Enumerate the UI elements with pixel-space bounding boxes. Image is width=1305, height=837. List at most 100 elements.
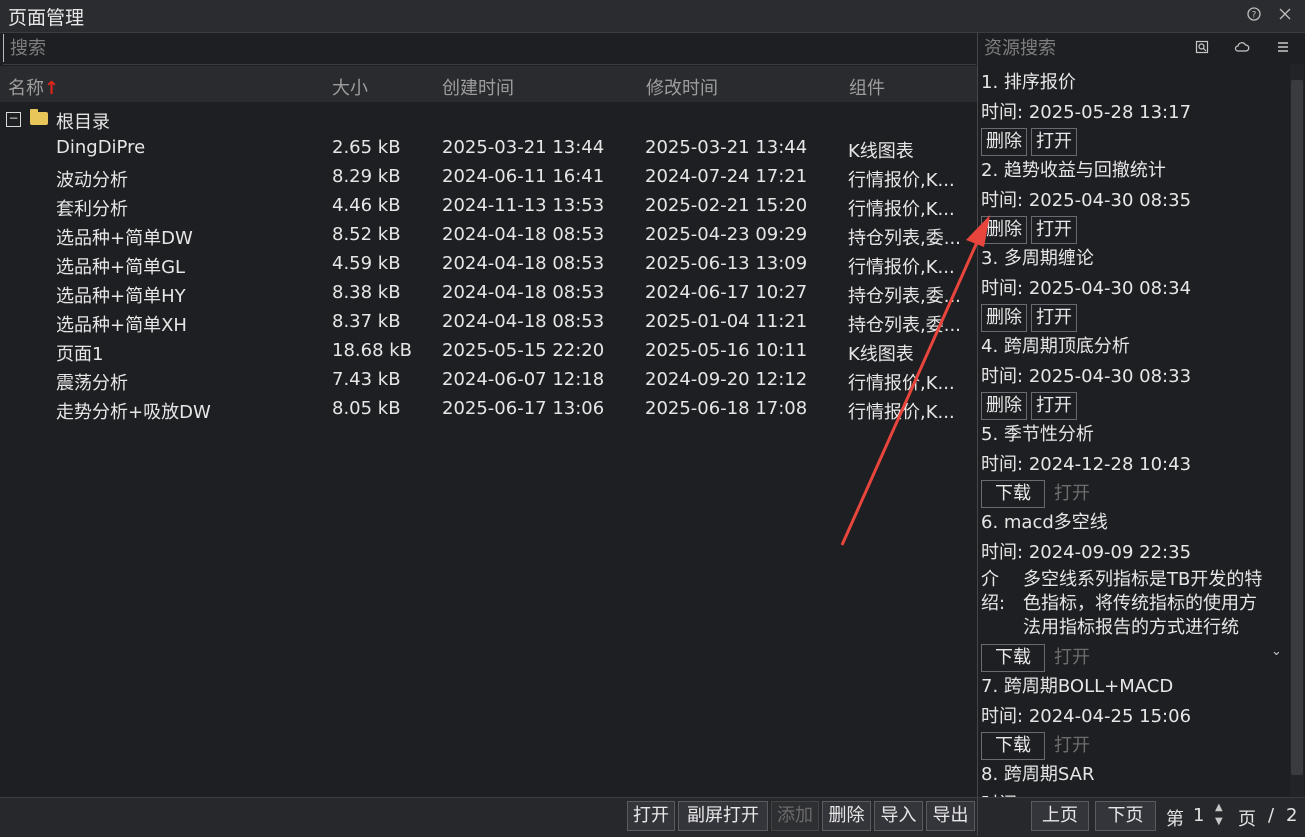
delete-resource-button[interactable]: 删除 bbox=[981, 216, 1027, 244]
cell-modified: 2025-02-21 15:20 bbox=[645, 195, 808, 216]
search-input[interactable] bbox=[3, 34, 976, 62]
download-button[interactable]: 下载 bbox=[981, 480, 1045, 508]
add-button[interactable]: 添加 bbox=[771, 801, 819, 831]
prev-page-button[interactable]: 上页 bbox=[1031, 801, 1089, 831]
cell-components: 持仓列表,委... bbox=[848, 228, 961, 249]
intro-text: 多空线系列指标是TB开发的特色指标，将传统指标的使用方法用指标报告的方式进行统 bbox=[1023, 569, 1263, 638]
download-button[interactable]: 下载 bbox=[981, 732, 1045, 760]
column-header-components[interactable]: 组件 bbox=[849, 74, 885, 100]
folder-icon bbox=[30, 109, 48, 125]
cell-modified: 2025-06-18 17:08 bbox=[645, 398, 808, 419]
table-row[interactable]: 选品种+简单GL 4.59 kB 2024-04-18 08:53 2025-06-1… bbox=[0, 249, 977, 278]
resource-search-input[interactable] bbox=[978, 34, 1190, 62]
resource-name: 6. macd多空线 bbox=[981, 512, 1108, 533]
resource-item: 8. 跨周期SAR 时间: 2024-04-25 15:06 bbox=[981, 760, 1281, 797]
resource-actions: 删除 打开 bbox=[981, 392, 1281, 422]
resource-item: 3. 多周期缠论时间: 2025-04-30 08:34 删除 打开 bbox=[981, 244, 1281, 334]
page-total: 2 bbox=[1286, 805, 1298, 826]
open-resource-button[interactable]: 打开 bbox=[1031, 392, 1077, 420]
time-label: 时间: bbox=[981, 542, 1024, 563]
cell-created: 2024-06-11 16:41 bbox=[442, 166, 605, 187]
table-row[interactable]: 波动分析 8.29 kB 2024-06-11 16:41 2024-07-24 17… bbox=[0, 162, 977, 191]
cell-components: K线图表 bbox=[848, 141, 914, 162]
title-bar bbox=[0, 0, 1305, 33]
open-resource-button[interactable]: 打开 bbox=[1049, 644, 1095, 672]
cell-size: 8.38 kB bbox=[332, 282, 401, 303]
export-button[interactable]: 导出 bbox=[926, 801, 975, 831]
resource-time: 时间: 2025-04-30 08:34 bbox=[981, 274, 1281, 300]
delete-resource-button[interactable]: 删除 bbox=[981, 128, 1027, 156]
cell-name: 走势分析+吸放DW bbox=[56, 402, 211, 423]
resource-item: 7. 跨周期BOLL+MACD 时间: 2024-04-25 15:06 下载 打开 bbox=[981, 672, 1281, 762]
import-button[interactable]: 导入 bbox=[874, 801, 923, 831]
cell-name: 选品种+简单GL bbox=[56, 257, 186, 278]
table-row[interactable]: 选品种+简单DW 8.52 kB 2024-04-18 08:53 2025-04-2… bbox=[0, 220, 977, 249]
page-label-suffix: 页 bbox=[1238, 809, 1256, 830]
table-row[interactable]: DingDiPre 2.65 kB 2025-03-21 13:44 2025-03-… bbox=[0, 133, 977, 162]
cell-size: 18.68 kB bbox=[332, 340, 413, 361]
resource-name: 3. 多周期缠论 bbox=[981, 248, 1094, 269]
table-row[interactable]: 套利分析 4.46 kB 2024-11-13 13:53 2025-02-21 15… bbox=[0, 191, 977, 220]
menu-icon[interactable] bbox=[1274, 40, 1292, 58]
close-icon[interactable] bbox=[1276, 6, 1294, 24]
cell-modified: 2025-06-13 13:09 bbox=[645, 253, 808, 274]
split-screen-open-button[interactable]: 副屏打开 bbox=[678, 801, 768, 831]
pager: 上页 下页 第 1 ▲ ▼ 页 / 2 bbox=[978, 797, 1305, 837]
column-header-size[interactable]: 大小 bbox=[332, 74, 368, 100]
resource-name: 5. 季节性分析 bbox=[981, 424, 1094, 445]
intro-label: 介绍: bbox=[981, 569, 1006, 614]
cell-name: 波动分析 bbox=[56, 170, 128, 191]
column-header-name[interactable]: 名称↑ bbox=[8, 74, 59, 100]
cell-modified: 2024-06-17 10:27 bbox=[645, 282, 808, 303]
collapse-icon[interactable]: − bbox=[6, 112, 21, 127]
page-spinner-icon[interactable]: ▲ ▼ bbox=[1215, 801, 1223, 829]
search-bar bbox=[3, 34, 976, 65]
cloud-icon[interactable] bbox=[1233, 40, 1251, 58]
table-row[interactable]: 震荡分析 7.43 kB 2024-06-07 12:18 2024-09-20 12… bbox=[0, 365, 977, 394]
open-resource-button[interactable]: 打开 bbox=[1031, 304, 1077, 332]
scrollbar-thumb[interactable] bbox=[1291, 80, 1303, 775]
column-header-created[interactable]: 创建时间 bbox=[442, 74, 514, 100]
resource-search-bar bbox=[978, 34, 1190, 64]
delete-resource-button[interactable]: 删除 bbox=[981, 392, 1027, 420]
cell-size: 2.65 kB bbox=[332, 137, 401, 158]
cell-size: 4.59 kB bbox=[332, 253, 401, 274]
cell-name: 选品种+简单HY bbox=[56, 286, 186, 307]
column-header-modified[interactable]: 修改时间 bbox=[646, 74, 718, 100]
resource-time: 时间: 2025-04-30 08:33 bbox=[981, 362, 1281, 388]
delete-button[interactable]: 删除 bbox=[822, 801, 871, 831]
cell-components: K线图表 bbox=[848, 344, 914, 365]
resource-time: 时间: 2024-04-25 15:06 bbox=[981, 790, 1281, 797]
table-row[interactable]: 页面1 18.68 kB 2025-05-15 22:20 2025-05-16 10… bbox=[0, 336, 977, 365]
search-doc-icon[interactable] bbox=[1193, 40, 1211, 58]
table-row[interactable]: 选品种+简单XH 8.37 kB 2024-04-18 08:53 2025-01-0… bbox=[0, 307, 977, 336]
resource-list: 1. 排序报价 时间: 2025-05-28 13:17 删除 打开 2. 趋势收益与回… bbox=[978, 64, 1288, 797]
question-circle-icon[interactable]: ? bbox=[1245, 6, 1263, 24]
open-button[interactable]: 打开 bbox=[627, 801, 675, 831]
delete-resource-button[interactable]: 删除 bbox=[981, 304, 1027, 332]
table-row[interactable]: 选品种+简单HY 8.38 kB 2024-04-18 08:53 2024-06-1… bbox=[0, 278, 977, 307]
table-row[interactable]: 走势分析+吸放DW 8.05 kB 2025-06-17 13:06 2025-06-… bbox=[0, 394, 977, 423]
cell-size: 8.52 kB bbox=[332, 224, 401, 245]
cell-components: 行情报价,K... bbox=[848, 402, 955, 423]
open-resource-button[interactable]: 打开 bbox=[1049, 480, 1095, 508]
cell-created: 2024-04-18 08:53 bbox=[442, 224, 605, 245]
cell-created: 2024-04-18 08:53 bbox=[442, 253, 605, 274]
resource-time-value: 2025-05-28 13:17 bbox=[1028, 102, 1192, 123]
resource-actions: 下载 打开 bbox=[981, 644, 1281, 674]
download-button[interactable]: 下载 bbox=[981, 644, 1045, 672]
cell-components: 行情报价,K... bbox=[848, 257, 955, 278]
resource-name: 2. 趋势收益与回撤统计 bbox=[981, 160, 1166, 181]
resource-time-value: 2024-09-09 22:35 bbox=[1028, 542, 1192, 563]
resource-item: 4. 跨周期顶底分析 时间: 2025-04-30 08:33 删除 打开 bbox=[981, 332, 1281, 422]
tree-root-row[interactable]: − 根目录 bbox=[0, 104, 977, 133]
cell-created: 2024-11-13 13:53 bbox=[442, 195, 605, 216]
cell-modified: 2024-07-24 17:21 bbox=[645, 166, 808, 187]
next-page-button[interactable]: 下页 bbox=[1095, 801, 1156, 831]
cell-components: 行情报价,K... bbox=[848, 170, 955, 191]
open-resource-button[interactable]: 打开 bbox=[1049, 732, 1095, 760]
cell-name: 页面1 bbox=[56, 344, 104, 365]
open-resource-button[interactable]: 打开 bbox=[1031, 216, 1077, 244]
open-resource-button[interactable]: 打开 bbox=[1031, 128, 1077, 156]
page-number-input[interactable]: 1 bbox=[1193, 805, 1204, 826]
